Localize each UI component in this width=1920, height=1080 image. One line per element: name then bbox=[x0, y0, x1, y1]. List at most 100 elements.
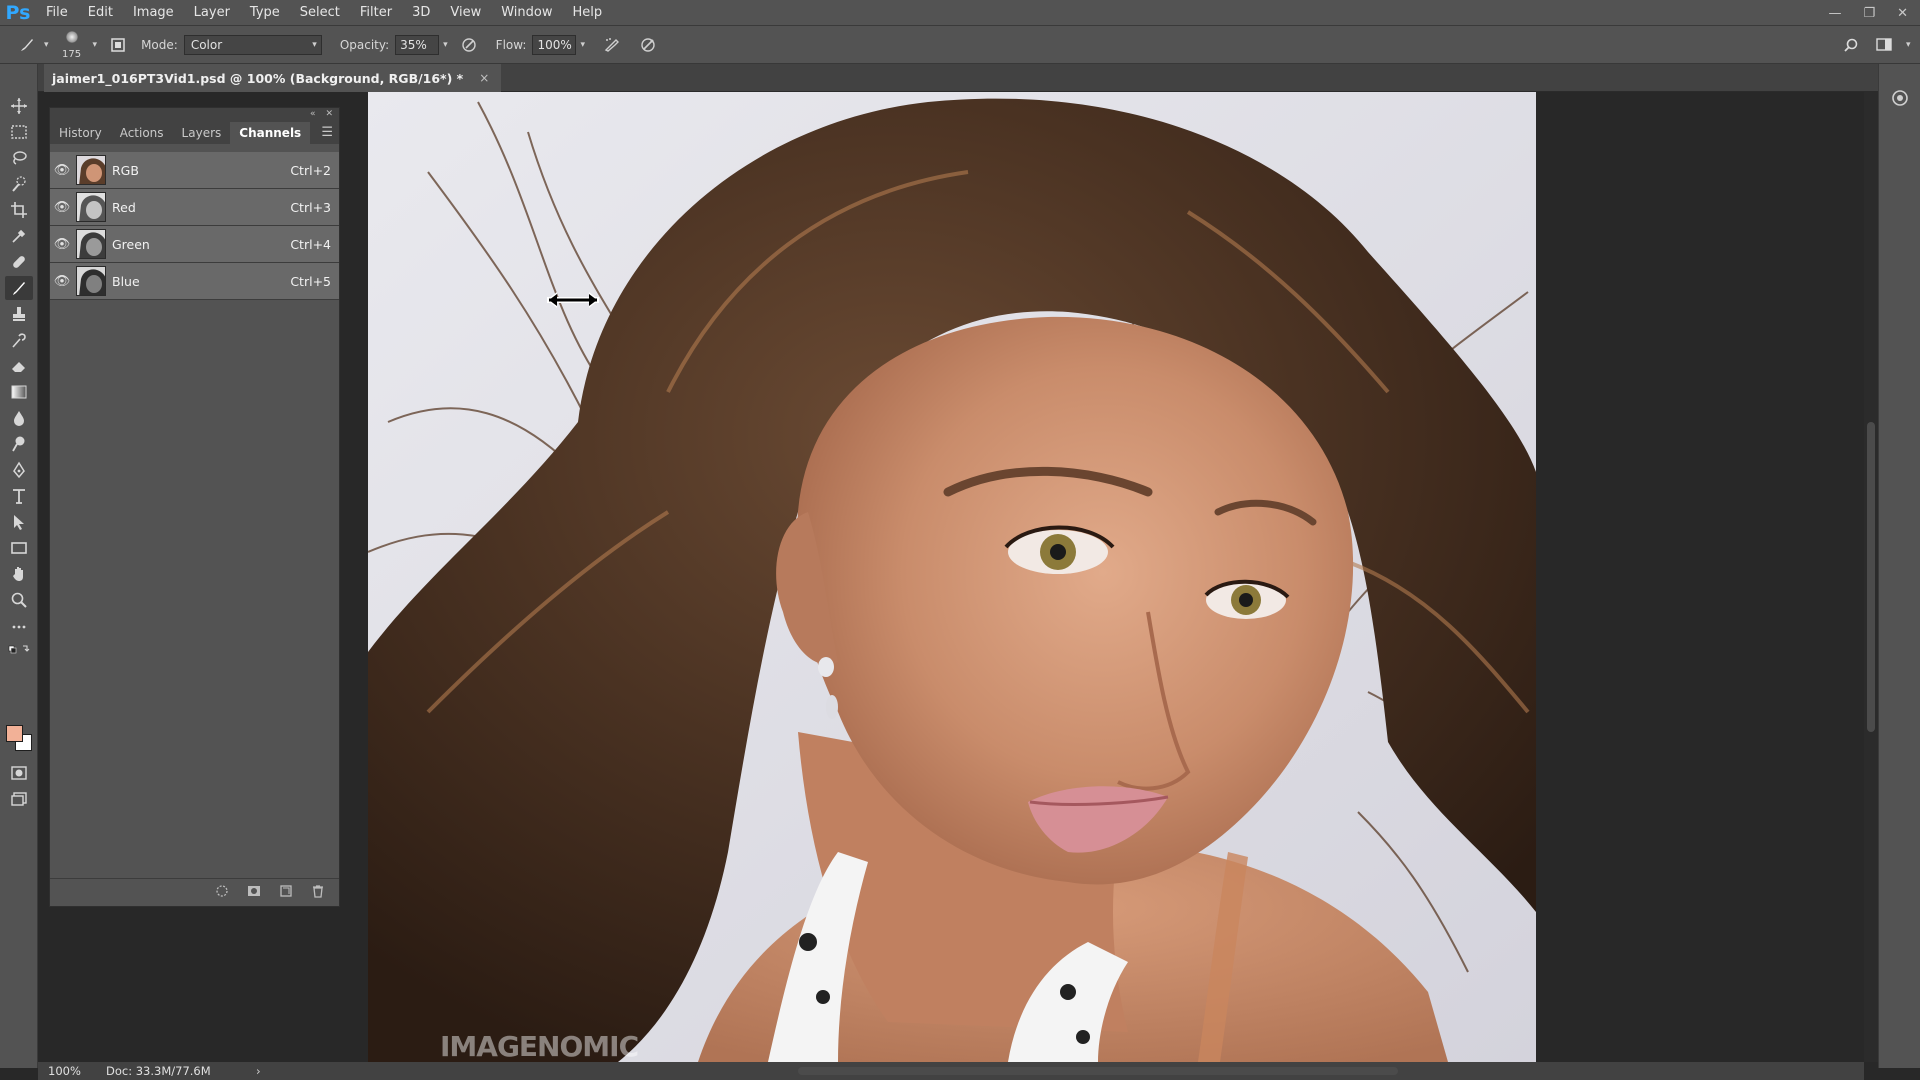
blend-mode-value: Color bbox=[190, 37, 223, 52]
menu-edit[interactable]: Edit bbox=[78, 0, 123, 26]
search-icon[interactable] bbox=[1838, 32, 1864, 58]
gradient-tool-icon[interactable] bbox=[5, 380, 33, 404]
panel-tab-bar: History Actions Layers Channels ☰ bbox=[50, 120, 339, 144]
screen-mode-icon[interactable] bbox=[5, 787, 33, 811]
close-icon[interactable]: ✕ bbox=[1897, 6, 1908, 21]
brush-size-picker[interactable]: 175 bbox=[55, 28, 89, 62]
restore-icon[interactable]: ❐ bbox=[1863, 6, 1875, 21]
channel-shortcut: Ctrl+2 bbox=[290, 162, 331, 178]
workspace-dropdown-icon[interactable]: ▾ bbox=[1906, 40, 1911, 50]
brush-panel-toggle-icon[interactable] bbox=[105, 32, 131, 58]
blur-tool-icon[interactable] bbox=[5, 406, 33, 430]
minimize-icon[interactable]: — bbox=[1828, 6, 1841, 21]
channel-row-rgb[interactable]: 👁 RGB Ctrl+2 bbox=[50, 152, 339, 189]
brush-tip-icon bbox=[65, 30, 78, 43]
quick-selection-tool-icon[interactable] bbox=[5, 172, 33, 196]
menu-help[interactable]: Help bbox=[563, 0, 613, 26]
marquee-tool-icon[interactable] bbox=[5, 120, 33, 144]
menu-3d[interactable]: 3D bbox=[402, 0, 440, 26]
history-brush-tool-icon[interactable] bbox=[5, 328, 33, 352]
crop-tool-icon[interactable] bbox=[5, 198, 33, 222]
workspace-icon[interactable] bbox=[1872, 32, 1898, 58]
close-document-icon[interactable]: × bbox=[479, 71, 489, 85]
eraser-tool-icon[interactable] bbox=[5, 354, 33, 378]
flow-label: Flow: bbox=[495, 37, 527, 52]
menu-window[interactable]: Window bbox=[491, 0, 562, 26]
visibility-eye-icon[interactable]: 👁 bbox=[50, 200, 74, 215]
status-bar: 100% Doc: 33.3M/77.6M › bbox=[38, 1062, 1864, 1080]
menu-view[interactable]: View bbox=[440, 0, 491, 26]
collapse-panel-icon[interactable]: « bbox=[310, 109, 316, 119]
opacity-input[interactable]: 35% bbox=[395, 34, 440, 55]
visibility-eye-icon[interactable]: 👁 bbox=[50, 237, 74, 252]
flow-input[interactable]: 100% bbox=[532, 34, 577, 55]
horizontal-scroll-thumb[interactable] bbox=[798, 1067, 1398, 1075]
resize-cursor-icon bbox=[547, 292, 599, 308]
options-bar: ▾ 175 ▾ Mode: Color ▾ Opacity: 35% ▾ Flo… bbox=[0, 26, 1920, 64]
preset-dropdown-icon[interactable]: ▾ bbox=[44, 40, 49, 50]
zoom-level[interactable]: 100% bbox=[38, 1064, 94, 1078]
visibility-eye-icon[interactable]: 👁 bbox=[50, 274, 74, 289]
panel-menu-icon[interactable]: ☰ bbox=[321, 125, 333, 140]
libraries-icon[interactable] bbox=[1890, 88, 1910, 108]
document-canvas[interactable] bbox=[368, 92, 1536, 1062]
tab-channels[interactable]: Channels bbox=[230, 122, 311, 144]
blend-mode-select[interactable]: Color ▾ bbox=[183, 34, 322, 55]
right-dock bbox=[1878, 64, 1920, 1068]
channel-name: Blue bbox=[112, 273, 140, 289]
status-arrow-icon[interactable]: › bbox=[256, 1064, 261, 1078]
channel-row-green[interactable]: 👁 Green Ctrl+4 bbox=[50, 226, 339, 263]
swap-colors-icon[interactable] bbox=[5, 641, 33, 657]
channels-panel: « ✕ History Actions Layers Channels ☰ 👁 … bbox=[49, 107, 340, 907]
channel-name: Red bbox=[112, 199, 136, 215]
photoshop-window: Ps File Edit Image Layer Type Select Fil… bbox=[0, 0, 1920, 1080]
tab-history[interactable]: History bbox=[50, 122, 111, 144]
tab-layers[interactable]: Layers bbox=[173, 122, 231, 144]
lasso-tool-icon[interactable] bbox=[5, 146, 33, 170]
flow-dropdown-icon[interactable]: ▾ bbox=[580, 40, 585, 50]
healing-brush-tool-icon[interactable] bbox=[5, 250, 33, 274]
menu-filter[interactable]: Filter bbox=[350, 0, 402, 26]
menu-layer[interactable]: Layer bbox=[184, 0, 240, 26]
brush-tool-icon[interactable] bbox=[5, 276, 33, 300]
zoom-tool-icon[interactable] bbox=[5, 588, 33, 612]
visibility-eye-icon[interactable]: 👁 bbox=[50, 163, 74, 178]
dodge-tool-icon[interactable] bbox=[5, 432, 33, 456]
channel-row-red[interactable]: 👁 Red Ctrl+3 bbox=[50, 189, 339, 226]
load-channel-selection-icon[interactable] bbox=[215, 884, 229, 901]
eyedropper-tool-icon[interactable] bbox=[5, 224, 33, 248]
type-tool-icon[interactable] bbox=[5, 484, 33, 508]
opacity-dropdown-icon[interactable]: ▾ bbox=[443, 40, 448, 50]
new-channel-icon[interactable] bbox=[279, 884, 293, 901]
pressure-size-icon[interactable] bbox=[635, 32, 661, 58]
opacity-label: Opacity: bbox=[339, 37, 390, 52]
clone-stamp-tool-icon[interactable] bbox=[5, 302, 33, 326]
menu-file[interactable]: File bbox=[36, 0, 78, 26]
move-tool-icon[interactable] bbox=[5, 94, 33, 118]
channel-thumbnail bbox=[76, 229, 106, 259]
vertical-scrollbar[interactable] bbox=[1864, 92, 1878, 1062]
menu-type[interactable]: Type bbox=[240, 0, 290, 26]
document-tab[interactable]: jaimer1_016PT3Vid1.psd @ 100% (Backgroun… bbox=[44, 64, 502, 92]
brush-tool-preset-icon[interactable] bbox=[14, 32, 40, 58]
menu-image[interactable]: Image bbox=[123, 0, 184, 26]
vertical-scroll-thumb[interactable] bbox=[1867, 422, 1875, 732]
save-selection-channel-icon[interactable] bbox=[247, 884, 261, 901]
chevron-down-icon: ▾ bbox=[312, 39, 317, 50]
rectangle-tool-icon[interactable] bbox=[5, 536, 33, 560]
foreground-color-swatch[interactable] bbox=[6, 725, 23, 742]
more-tools-icon[interactable] bbox=[5, 615, 33, 639]
pen-tool-icon[interactable] bbox=[5, 458, 33, 482]
close-panel-icon[interactable]: ✕ bbox=[325, 109, 333, 119]
channel-row-blue[interactable]: 👁 Blue Ctrl+5 bbox=[50, 263, 339, 300]
brush-dropdown-icon[interactable]: ▾ bbox=[93, 40, 98, 50]
document-size[interactable]: Doc: 33.3M/77.6M bbox=[94, 1064, 244, 1078]
menu-select[interactable]: Select bbox=[290, 0, 350, 26]
delete-channel-icon[interactable] bbox=[311, 884, 325, 901]
quick-mask-icon[interactable] bbox=[5, 761, 33, 785]
pressure-opacity-icon[interactable] bbox=[456, 32, 482, 58]
tab-actions[interactable]: Actions bbox=[111, 122, 173, 144]
airbrush-icon[interactable] bbox=[599, 32, 625, 58]
path-selection-tool-icon[interactable] bbox=[5, 510, 33, 534]
hand-tool-icon[interactable] bbox=[5, 562, 33, 586]
